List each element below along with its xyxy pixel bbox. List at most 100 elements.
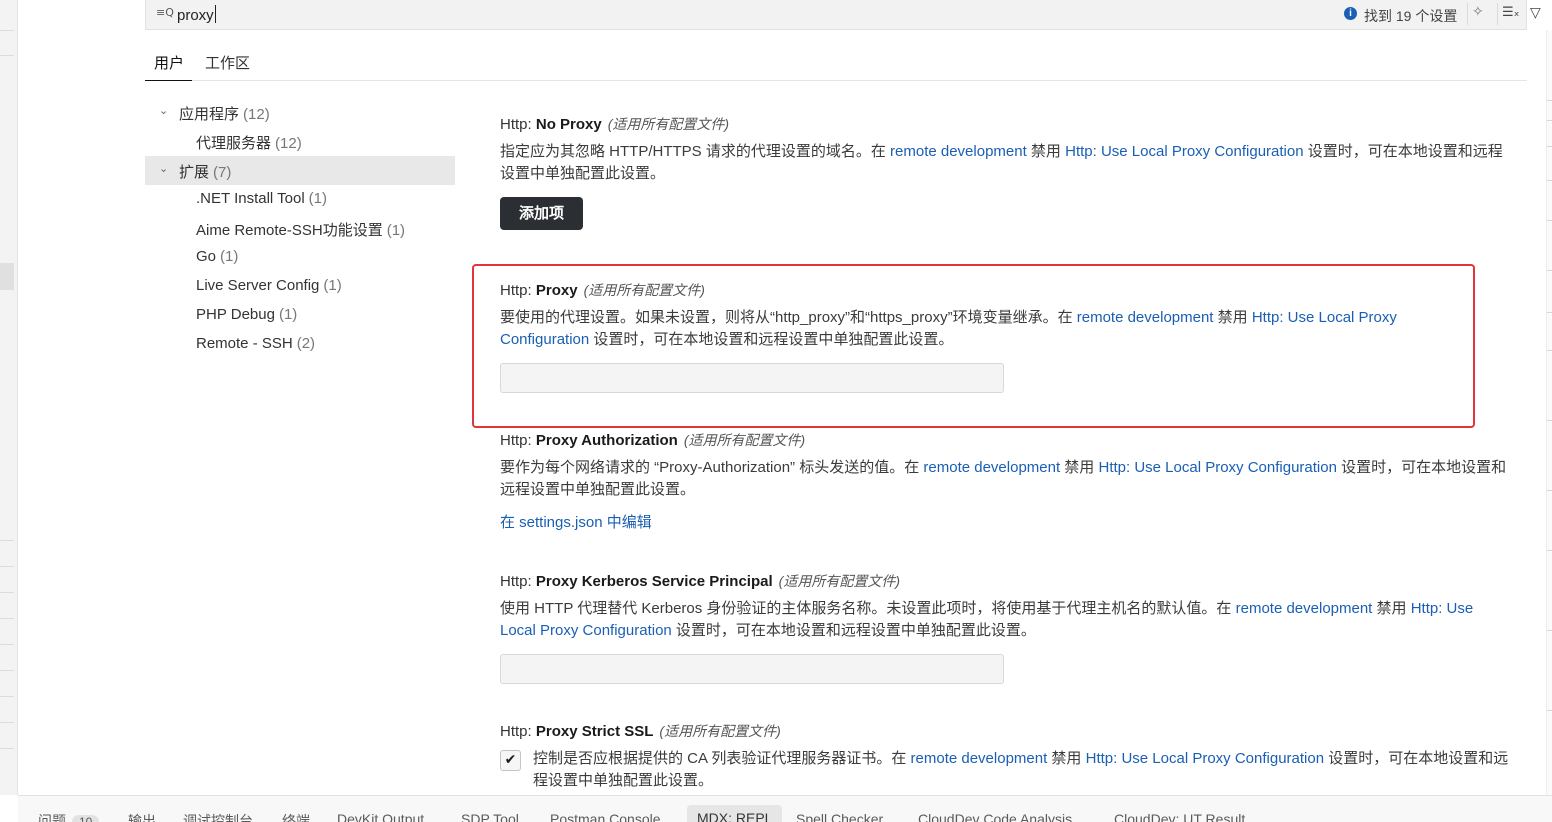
add-item-button[interactable]: 添加项 xyxy=(500,197,584,230)
panel-tab-problems[interactable]: 问题 10 xyxy=(38,811,100,822)
divider xyxy=(1467,3,1468,25)
panel-tab-devkit-output[interactable]: DevKit Output xyxy=(337,811,424,822)
panel-tab-clouddev-ut-result[interactable]: CloudDev: UT Result xyxy=(1114,811,1245,822)
tree-item-extensions[interactable]: ⌄ 扩展 (7) xyxy=(145,156,455,185)
scroll-tick xyxy=(1547,120,1552,121)
proxy-input[interactable] xyxy=(500,363,1004,393)
tree-item-remote-ssh[interactable]: Remote - SSH (2) xyxy=(145,330,455,359)
setting-scope: (适用所有配置文件) xyxy=(659,723,781,739)
panel-tab-clouddev-code-analysis[interactable]: CloudDev Code Analysis xyxy=(918,811,1072,822)
scroll-tick xyxy=(1547,630,1552,631)
sparkle-icon[interactable]: ✧ xyxy=(1472,4,1484,20)
gutter-line xyxy=(0,722,14,723)
setting-scope: (适用所有配置文件) xyxy=(607,116,730,132)
strict-ssl-checkbox[interactable]: ✔ xyxy=(500,750,521,771)
text-caret xyxy=(214,5,216,23)
setting-description: 要作为每个网络请求的 “Proxy-Authorization” 标头发送的值。… xyxy=(500,457,1510,501)
tree-item-count: (12) xyxy=(275,135,302,152)
scroll-tick xyxy=(1547,146,1552,147)
desc-text: 设置时，可在本地设置和远程设置中单独配置此设置。 xyxy=(589,331,954,348)
edit-in-settings-json-link[interactable]: 在 settings.json 中编辑 xyxy=(500,511,1510,532)
tree-item-label: Live Server Config xyxy=(196,277,320,294)
desc-text: 指定应为其忽略 HTTP/HTTPS 请求的代理设置的域名。在 xyxy=(500,143,891,160)
editor-gutter xyxy=(0,0,18,795)
setting-http-no-proxy: Http: No Proxy (适用所有配置文件) 指定应为其忽略 HTTP/HT… xyxy=(500,114,1510,230)
tab-user[interactable]: 用户 xyxy=(154,52,184,73)
setting-title: Http: Proxy Authorization (适用所有配置文件) xyxy=(500,430,1510,450)
vertical-scrollbar[interactable] xyxy=(1546,30,1552,795)
tree-item-label: Aime Remote-SSH功能设置 xyxy=(196,222,383,239)
panel-tab-terminal[interactable]: 终端 xyxy=(282,811,310,822)
panel-tab-output[interactable]: 输出 xyxy=(128,811,156,822)
setting-category: Http: xyxy=(500,573,536,590)
gutter-line xyxy=(0,30,14,31)
panel-tab-debug-console[interactable]: 调试控制台 xyxy=(183,811,253,822)
setting-category: Http: xyxy=(500,116,536,133)
tree-item-count: (12) xyxy=(243,106,270,123)
scroll-tick xyxy=(1547,220,1552,221)
setting-name: Proxy Kerberos Service Principal xyxy=(535,573,773,590)
gutter-line xyxy=(0,748,14,749)
gutter-line xyxy=(0,592,14,593)
setting-name: Proxy xyxy=(535,282,578,299)
setting-title: Http: Proxy Strict SSL (适用所有配置文件) xyxy=(500,721,1510,741)
panel-tab-spell-checker[interactable]: Spell Checker xyxy=(796,811,883,822)
use-local-proxy-link[interactable]: Http: Use Local Proxy Configuration xyxy=(1086,750,1324,767)
search-input[interactable]: proxy xyxy=(177,5,216,24)
tab-workspace[interactable]: 工作区 xyxy=(205,52,250,73)
tree-item-count: (2) xyxy=(296,335,316,352)
panel-tab-mdx-repl[interactable]: MDX: REPL xyxy=(687,805,783,822)
scroll-tick xyxy=(1547,180,1552,181)
chevron-down-icon: ⌄ xyxy=(159,162,169,175)
setting-scope: (适用所有配置文件) xyxy=(583,282,705,298)
setting-http-proxy-kerberos: Http: Proxy Kerberos Service Principal (适… xyxy=(500,571,1510,684)
kerberos-principal-input[interactable] xyxy=(500,654,1004,684)
setting-name: Proxy Strict SSL xyxy=(535,723,654,740)
tree-item-net-install-tool[interactable]: .NET Install Tool (1) xyxy=(145,185,455,214)
filter-icon[interactable]: ▽ xyxy=(1530,5,1541,21)
tree-item-count: (1) xyxy=(308,190,328,207)
panel-tab-sdp-tool[interactable]: SDP Tool xyxy=(461,811,519,822)
tree-item-php-debug[interactable]: PHP Debug (1) xyxy=(145,301,455,330)
tree-item-count: (1) xyxy=(386,222,406,239)
setting-http-proxy-strict-ssl: Http: Proxy Strict SSL (适用所有配置文件) ✔ 控制是否应… xyxy=(500,721,1510,792)
tree-item-count: (7) xyxy=(213,164,232,181)
desc-text: 禁用 xyxy=(1026,143,1066,160)
clear-filter-icon[interactable]: ☰ₓ xyxy=(1502,5,1519,20)
remote-development-link[interactable]: remote development xyxy=(1077,309,1214,326)
tree-item-application[interactable]: ⌄ 应用程序 (12) xyxy=(145,98,455,127)
settings-search-bar[interactable]: ≡Q proxy i 找到 19 个设置 ✧ ☰ₓ xyxy=(145,0,1527,30)
use-local-proxy-link[interactable]: Http: Use Local Proxy Configuration xyxy=(1065,143,1303,160)
gutter-line xyxy=(0,618,14,619)
setting-category: Http: xyxy=(500,432,536,449)
setting-description: 使用 HTTP 代理替代 Kerberos 身份验证的主体服务名称。未设置此项时… xyxy=(500,598,1510,642)
tree-item-live-server-config[interactable]: Live Server Config (1) xyxy=(145,272,455,301)
use-local-proxy-link[interactable]: Http: Use Local Proxy Configuration xyxy=(1098,459,1336,476)
remote-development-link[interactable]: remote development xyxy=(923,459,1060,476)
tree-item-label: 代理服务器 xyxy=(196,135,272,152)
desc-text: 设置时，可在本地设置和远程设置中单独配置此设置。 xyxy=(671,622,1036,639)
tree-item-count: (1) xyxy=(220,248,239,265)
tree-item-proxy-server[interactable]: 代理服务器 (12) xyxy=(145,127,455,156)
search-result-count: 找到 19 个设置 xyxy=(1364,8,1458,24)
tree-item-aime-remote-ssh[interactable]: Aime Remote-SSH功能设置 (1) xyxy=(145,214,455,243)
settings-editor: ≡Q proxy i 找到 19 个设置 ✧ ☰ₓ ▽ 用户 工作区 ⌄ 应用程… xyxy=(0,0,1552,822)
desc-text: 禁用 xyxy=(1372,600,1411,617)
gutter-line xyxy=(0,696,14,697)
search-query-text: proxy xyxy=(177,7,214,24)
panel-tab-label: 问题 xyxy=(38,813,66,822)
desc-text: 使用 HTTP 代理替代 Kerberos 身份验证的主体服务名称。未设置此项时… xyxy=(500,600,1236,617)
setting-name: Proxy Authorization xyxy=(535,432,678,449)
setting-description: 指定应为其忽略 HTTP/HTTPS 请求的代理设置的域名。在 remote d… xyxy=(500,141,1510,185)
setting-title: Http: No Proxy (适用所有配置文件) xyxy=(500,114,1510,134)
remote-development-link[interactable]: remote development xyxy=(1236,600,1373,617)
panel-tab-postman-console[interactable]: Postman Console xyxy=(550,811,661,822)
settings-tree: ⌄ 应用程序 (12) 代理服务器 (12) ⌄ 扩展 (7) .NET Instal… xyxy=(145,98,455,359)
remote-development-link[interactable]: remote development xyxy=(890,143,1027,160)
tree-item-count: (1) xyxy=(323,277,342,294)
remote-development-link[interactable]: remote development xyxy=(911,750,1048,767)
tree-item-go[interactable]: Go (1) xyxy=(145,243,455,272)
scroll-tick xyxy=(1547,490,1552,491)
gutter-line xyxy=(0,55,14,56)
setting-category: Http: xyxy=(500,282,536,299)
